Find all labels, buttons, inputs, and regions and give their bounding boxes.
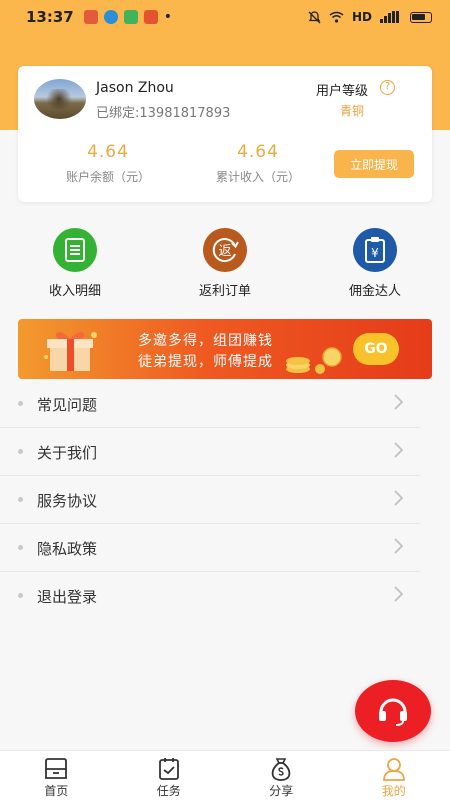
- action-rebate-orders[interactable]: 返 返利订单: [175, 228, 275, 299]
- home-icon: [45, 758, 68, 779]
- bullet-dot: [18, 545, 23, 550]
- menu-item-faq-label: 常见问题: [37, 396, 98, 414]
- banner-headline: 多邀多得，组团赚钱: [138, 333, 273, 349]
- menu-item-privacy-policy-label: 隐私政策: [37, 540, 98, 558]
- share-money-bag-icon: [271, 758, 291, 781]
- invite-banner[interactable]: 多邀多得，组团赚钱 徒弟提现，师傅提成 GO: [18, 319, 432, 379]
- profile-card: Jason Zhou 已绑定:13981817893 用户等级 ? 青铜 4.6…: [18, 66, 432, 202]
- gift-box-icon: [44, 332, 97, 371]
- quick-actions: 收入明细 返 返利订单 ¥ 佣金达人: [0, 228, 450, 300]
- total-income-label: 累计收入（元）: [215, 170, 300, 184]
- menu-item-logout[interactable]: 退出登录: [0, 572, 420, 620]
- account-balance-label: 账户余额（元）: [65, 170, 150, 184]
- ledger-icon: [53, 228, 97, 272]
- go-button[interactable]: GO: [353, 333, 399, 365]
- settings-menu: 常见问题 关于我们 服务协议 隐私政策 退出登录: [0, 380, 450, 620]
- menu-item-about-us-label: 关于我们: [37, 444, 98, 462]
- account-balance-value: 4.64: [87, 142, 129, 162]
- user-name: Jason Zhou: [96, 80, 174, 96]
- menu-item-faq[interactable]: 常见问题: [0, 380, 420, 428]
- network-type: HD: [351, 10, 372, 24]
- account-balance: 4.64 账户余额（元）: [48, 142, 168, 185]
- profile-icon: [382, 758, 405, 781]
- coins-icon: [286, 347, 342, 374]
- headset-icon: [379, 698, 407, 726]
- help-icon[interactable]: ?: [380, 80, 395, 95]
- bullet-dot: [18, 449, 23, 454]
- total-income: 4.64 累计收入（元）: [198, 142, 318, 185]
- chevron-right-icon: [394, 538, 404, 554]
- action-income-details-label: 收入明细: [48, 284, 101, 299]
- nav-profile-label: 我的: [381, 784, 406, 798]
- chat-notification-icon: [123, 10, 138, 24]
- chevron-right-icon: [394, 586, 404, 602]
- chevron-right-icon: [394, 394, 404, 410]
- wifi-icon: [329, 11, 344, 23]
- eye-notification-icon: [103, 10, 118, 24]
- withdraw-button[interactable]: 立即提现: [334, 150, 414, 178]
- action-income-details[interactable]: 收入明细: [25, 228, 125, 299]
- avatar[interactable]: [34, 79, 86, 119]
- bottom-navigation: 首页 任务 分享 我的: [0, 750, 450, 800]
- nav-tasks[interactable]: 任务: [113, 751, 226, 800]
- action-rebate-orders-label: 返利订单: [198, 284, 251, 299]
- menu-item-logout-label: 退出登录: [37, 588, 98, 606]
- user-level-label: 用户等级: [316, 84, 369, 99]
- rebate-icon: 返: [203, 228, 247, 272]
- shop-notification-icon: [143, 10, 158, 24]
- menu-item-service-agreement[interactable]: 服务协议: [0, 476, 420, 524]
- banner-subline: 徒弟提现，师傅提成: [138, 354, 273, 370]
- battery-icon: [410, 11, 432, 23]
- chevron-right-icon: [394, 490, 404, 506]
- bullet-dot: [18, 401, 23, 406]
- user-level-value: 青铜: [340, 104, 365, 118]
- commission-clipboard-icon: ¥: [353, 228, 397, 272]
- app-notification-icon: [83, 10, 98, 24]
- menu-item-service-agreement-label: 服务协议: [37, 492, 98, 510]
- signal-icon: [380, 11, 399, 23]
- more-notifications-dot: •: [163, 9, 173, 25]
- bullet-dot: [18, 593, 23, 598]
- chevron-right-icon: [394, 442, 404, 458]
- rebate-icon-glyph: 返: [218, 244, 231, 259]
- status-bar: 13:37 • HD: [0, 0, 450, 34]
- nav-tasks-label: 任务: [156, 784, 181, 798]
- nav-profile[interactable]: 我的: [338, 751, 450, 800]
- total-income-value: 4.64: [237, 142, 279, 162]
- nav-share[interactable]: 分享: [225, 751, 338, 800]
- menu-item-privacy-policy[interactable]: 隐私政策: [0, 524, 420, 572]
- bound-phone: 已绑定:13981817893: [96, 106, 231, 121]
- menu-item-about-us[interactable]: 关于我们: [0, 428, 420, 476]
- mute-icon: [308, 10, 321, 23]
- commission-icon-glyph: ¥: [371, 246, 379, 260]
- task-icon: [158, 758, 179, 780]
- action-commission-expert-label: 佣金达人: [348, 284, 401, 299]
- nav-home-label: 首页: [44, 784, 69, 798]
- nav-home[interactable]: 首页: [0, 751, 113, 800]
- status-time: 13:37: [26, 8, 74, 26]
- bullet-dot: [18, 497, 23, 502]
- customer-support-button[interactable]: [355, 680, 431, 742]
- action-commission-expert[interactable]: ¥ 佣金达人: [325, 228, 425, 299]
- nav-share-label: 分享: [269, 784, 294, 798]
